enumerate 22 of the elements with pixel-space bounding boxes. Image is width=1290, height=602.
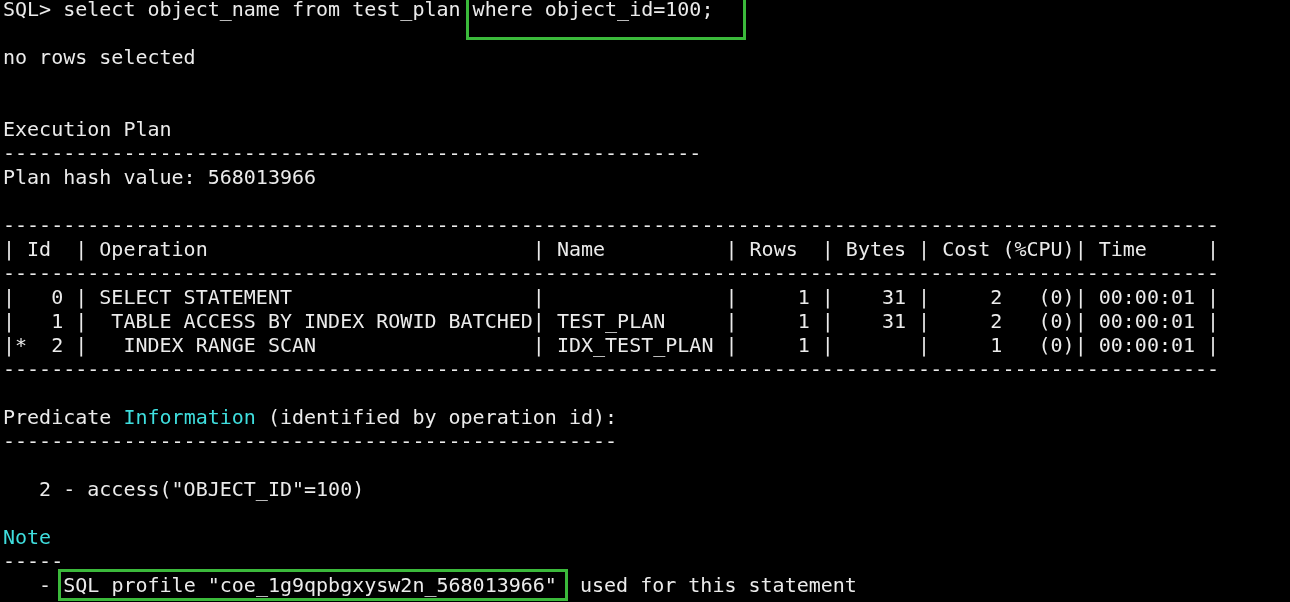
terminal-text: - (38, 573, 53, 597)
terminal-text: used for this statement (578, 573, 857, 597)
terminal-text: ----------------------------------------------------------------------------------------------------- (3, 213, 1220, 237)
highlighted-text: Information (123, 405, 256, 429)
terminal-text: ----------------------------------------------------------------------------------------------------- (3, 261, 1220, 285)
terminal-text: ----------------------------------------------------------------------------------------------------- (3, 357, 1220, 381)
terminal-text: 2 - access("OBJECT_ID"=100) (38, 477, 365, 501)
terminal-text: ---------------------------------------------------------- (3, 141, 702, 165)
highlight-box: where object_id=100; (465, 0, 747, 40)
terminal-text: |* 2 | INDEX RANGE SCAN | IDX_TEST_PLAN | 1 | | 1 (0)| 00:00:01 | (3, 333, 1220, 357)
terminal-text: | 1 | TABLE ACCESS BY INDEX ROWID BATCHED| TEST_PLAN | 1 | 31 | 2 (0)| 00:00:01 | (3, 309, 1220, 333)
terminal-text: Execution Plan (3, 117, 172, 141)
highlight-box: SQL profile "coe_1g9qpbgxysw2n_568013966" (58, 569, 568, 601)
terminal-text: | 0 | SELECT STATEMENT | | 1 | 31 | 2 (0)| 00:00:01 | (3, 285, 1220, 309)
terminal-text: Predicate (3, 405, 113, 429)
terminal-text: no rows selected (3, 45, 196, 69)
terminal-text: Plan hash value: 568013966 (3, 165, 317, 189)
terminal-text: (identified by operation id): (266, 405, 618, 429)
terminal-text: | Id | Operation | Name | Rows | Bytes | Cost (%CPU)| Time | (3, 237, 1220, 261)
terminal-text: --------------------------------------------------- (3, 429, 618, 453)
terminal-text: SQL> select object_name from test_plan (3, 0, 462, 21)
highlighted-text: Note (3, 525, 52, 549)
